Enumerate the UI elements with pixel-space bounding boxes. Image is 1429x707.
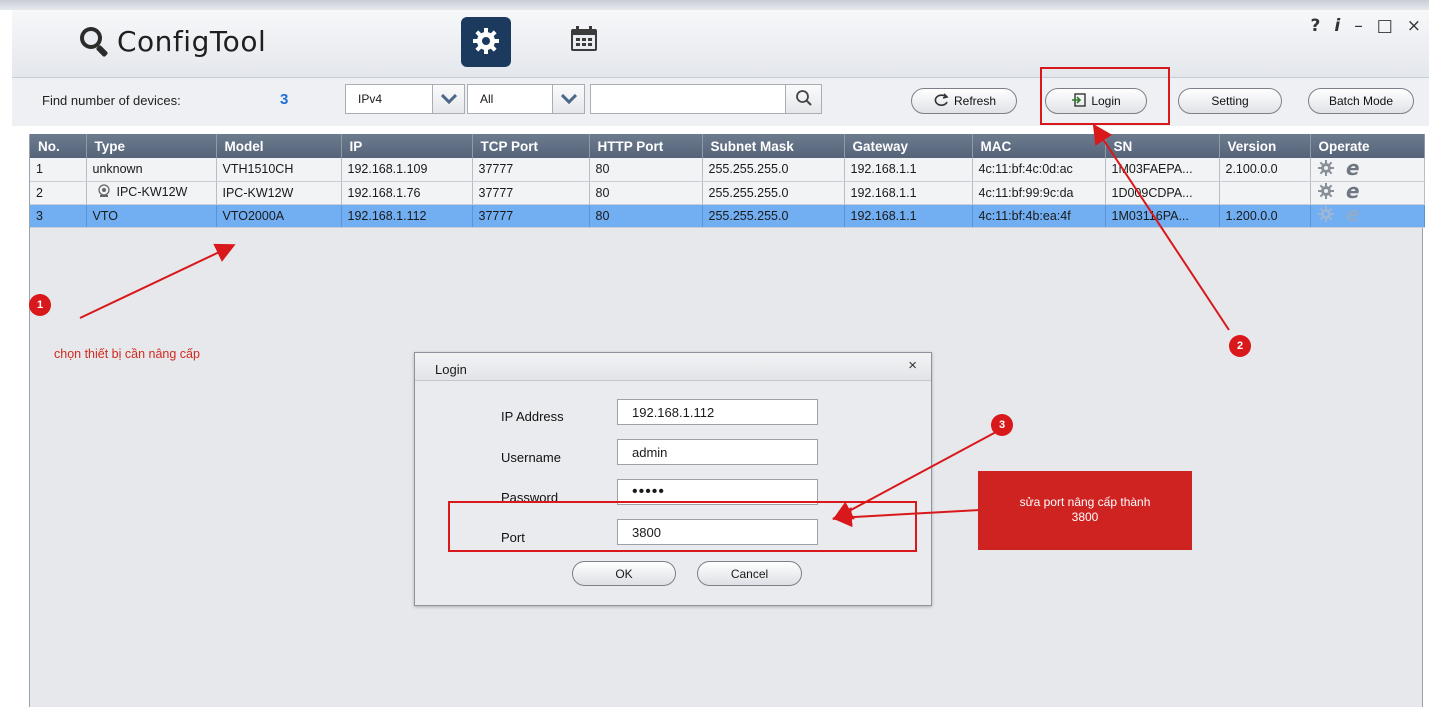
callout-line1: sửa port nâng cấp thành bbox=[1019, 495, 1151, 509]
step-badge-2: 2 bbox=[1229, 335, 1251, 357]
port-callout: sửa port nâng cấp thành 3800 bbox=[978, 471, 1192, 550]
callout-line2: 3800 bbox=[1071, 510, 1099, 524]
arrow-to-row bbox=[79, 243, 236, 319]
step1-note: chọn thiết bị cần nâng cấp bbox=[54, 347, 200, 361]
login-highlight-box bbox=[1040, 67, 1170, 125]
arrow-callout-to-port bbox=[832, 507, 981, 528]
step-badge-1: 1 bbox=[29, 294, 51, 316]
port-highlight-box bbox=[448, 501, 917, 552]
step-badge-3: 3 bbox=[991, 414, 1013, 436]
arrow-to-login bbox=[1092, 123, 1230, 331]
annotation-overlay bbox=[79, 67, 1230, 552]
